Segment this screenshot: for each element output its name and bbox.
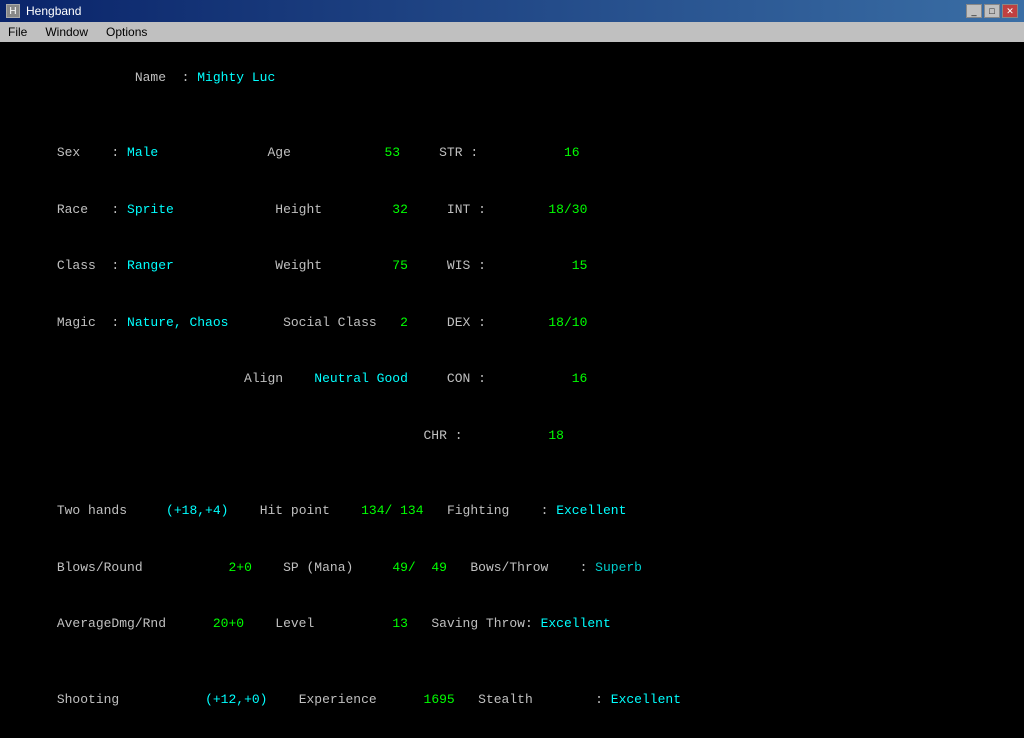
sex-label: Sex : bbox=[57, 145, 127, 160]
menu-options[interactable]: Options bbox=[102, 24, 151, 40]
class-label: Class : bbox=[57, 258, 127, 273]
stealth-value: Excellent bbox=[611, 692, 681, 707]
race-label: Race : bbox=[57, 202, 127, 217]
wis-label: WIS : bbox=[447, 258, 486, 273]
titlebar: H Hengband _ □ ✕ bbox=[0, 0, 1024, 22]
con-label: CON : bbox=[447, 371, 486, 386]
character-name: Mighty Luc bbox=[197, 70, 275, 85]
hp-value: 134/ 134 bbox=[361, 503, 423, 518]
con-value: 16 bbox=[572, 371, 588, 386]
align-label: Align bbox=[244, 371, 314, 386]
window-controls: _ □ ✕ bbox=[966, 4, 1018, 18]
weight-label: Weight bbox=[275, 258, 392, 273]
menubar: File Window Options bbox=[0, 22, 1024, 42]
row-hands-hp-fighting: Two hands (+18,+4) Hit point 134/ 134 Fi… bbox=[10, 483, 1014, 540]
app-window: H Hengband _ □ ✕ File Window Options Nam… bbox=[0, 0, 1024, 738]
magic-value: Nature, Chaos bbox=[127, 315, 228, 330]
avg-dmg-value: 20+0 bbox=[213, 616, 244, 631]
app-icon: H bbox=[6, 4, 20, 18]
row-sex-age-str: Sex : Male Age 53 STR : 16 bbox=[10, 125, 1014, 182]
height-label: Height bbox=[275, 202, 392, 217]
blank2 bbox=[10, 465, 1014, 484]
social-label: Social Class bbox=[283, 315, 400, 330]
minimize-button[interactable]: _ bbox=[966, 4, 982, 18]
chr-label: CHR : bbox=[423, 428, 462, 443]
class-value: Ranger bbox=[127, 258, 174, 273]
row-avgdmg-level-saving: AverageDmg/Rnd 20+0 Level 13 Saving Thro… bbox=[10, 596, 1014, 653]
sex-value: Male bbox=[127, 145, 158, 160]
dex-label: DEX : bbox=[447, 315, 486, 330]
row-mult-maxexp-perception: Multiplier x2.02 Max Exp 1695 Perception… bbox=[10, 728, 1014, 738]
name-label: Name : bbox=[57, 70, 197, 85]
row-class-weight-wis: Class : Ranger Weight 75 WIS : 15 bbox=[10, 238, 1014, 295]
dex-value: 18/10 bbox=[548, 315, 587, 330]
shooting-value: (+12,+0) bbox=[205, 692, 267, 707]
row-shooting-exp-stealth: Shooting (+12,+0) Experience 1695 Stealt… bbox=[10, 672, 1014, 729]
race-value: Sprite bbox=[127, 202, 174, 217]
level-label: Level bbox=[275, 616, 314, 631]
window-title: Hengband bbox=[26, 4, 81, 18]
character-sheet: Name : Mighty Luc Sex : Male Age 53 STR … bbox=[0, 42, 1024, 738]
avg-dmg-label: AverageDmg/Rnd bbox=[57, 616, 166, 631]
name-line: Name : Mighty Luc bbox=[10, 50, 1014, 107]
str-value: 16 bbox=[564, 145, 580, 160]
blows-label: Blows/Round bbox=[57, 560, 143, 575]
align-value: Neutral Good bbox=[314, 371, 408, 386]
row-race-height-int: Race : Sprite Height 32 INT : 18/30 bbox=[10, 182, 1014, 239]
height-value: 32 bbox=[392, 202, 408, 217]
blows-value: 2+0 bbox=[228, 560, 251, 575]
saving-label: Saving Throw: bbox=[431, 616, 532, 631]
int-value: 18/30 bbox=[548, 202, 587, 217]
fighting-label: Fighting bbox=[447, 503, 509, 518]
row-align-con: Align Neutral Good CON : 16 bbox=[10, 352, 1014, 409]
hp-label: Hit point bbox=[260, 503, 330, 518]
row-chr: CHR : 18 bbox=[10, 408, 1014, 465]
level-value: 13 bbox=[392, 616, 408, 631]
exp-label: Experience bbox=[299, 692, 377, 707]
saving-value: Excellent bbox=[541, 616, 611, 631]
age-label: Age bbox=[267, 145, 384, 160]
row-magic-social-dex: Magic : Nature, Chaos Social Class 2 DEX… bbox=[10, 295, 1014, 352]
row-blows-sp-bows: Blows/Round 2+0 SP (Mana) 49/ 49 Bows/Th… bbox=[10, 540, 1014, 597]
blank1 bbox=[10, 107, 1014, 126]
fighting-value: Excellent bbox=[556, 503, 626, 518]
bows-label: Bows/Throw bbox=[470, 560, 548, 575]
close-button[interactable]: ✕ bbox=[1002, 4, 1018, 18]
exp-value: 1695 bbox=[424, 692, 455, 707]
two-hands-value: (+18,+4) bbox=[166, 503, 228, 518]
sp-label: SP (Mana) bbox=[283, 560, 353, 575]
stealth-label: Stealth bbox=[478, 692, 533, 707]
blank3 bbox=[10, 653, 1014, 672]
shooting-label: Shooting bbox=[57, 692, 119, 707]
sp-value: 49/ 49 bbox=[392, 560, 447, 575]
wis-value: 15 bbox=[572, 258, 588, 273]
magic-label: Magic : bbox=[57, 315, 127, 330]
age-value: 53 bbox=[385, 145, 401, 160]
two-hands-label: Two hands bbox=[57, 503, 127, 518]
menu-file[interactable]: File bbox=[4, 24, 31, 40]
chr-value: 18 bbox=[548, 428, 564, 443]
menu-window[interactable]: Window bbox=[41, 24, 92, 40]
social-value: 2 bbox=[400, 315, 408, 330]
maximize-button[interactable]: □ bbox=[984, 4, 1000, 18]
str-label: STR : bbox=[439, 145, 478, 160]
bows-value: Superb bbox=[595, 560, 642, 575]
int-label: INT : bbox=[447, 202, 486, 217]
weight-value: 75 bbox=[392, 258, 408, 273]
